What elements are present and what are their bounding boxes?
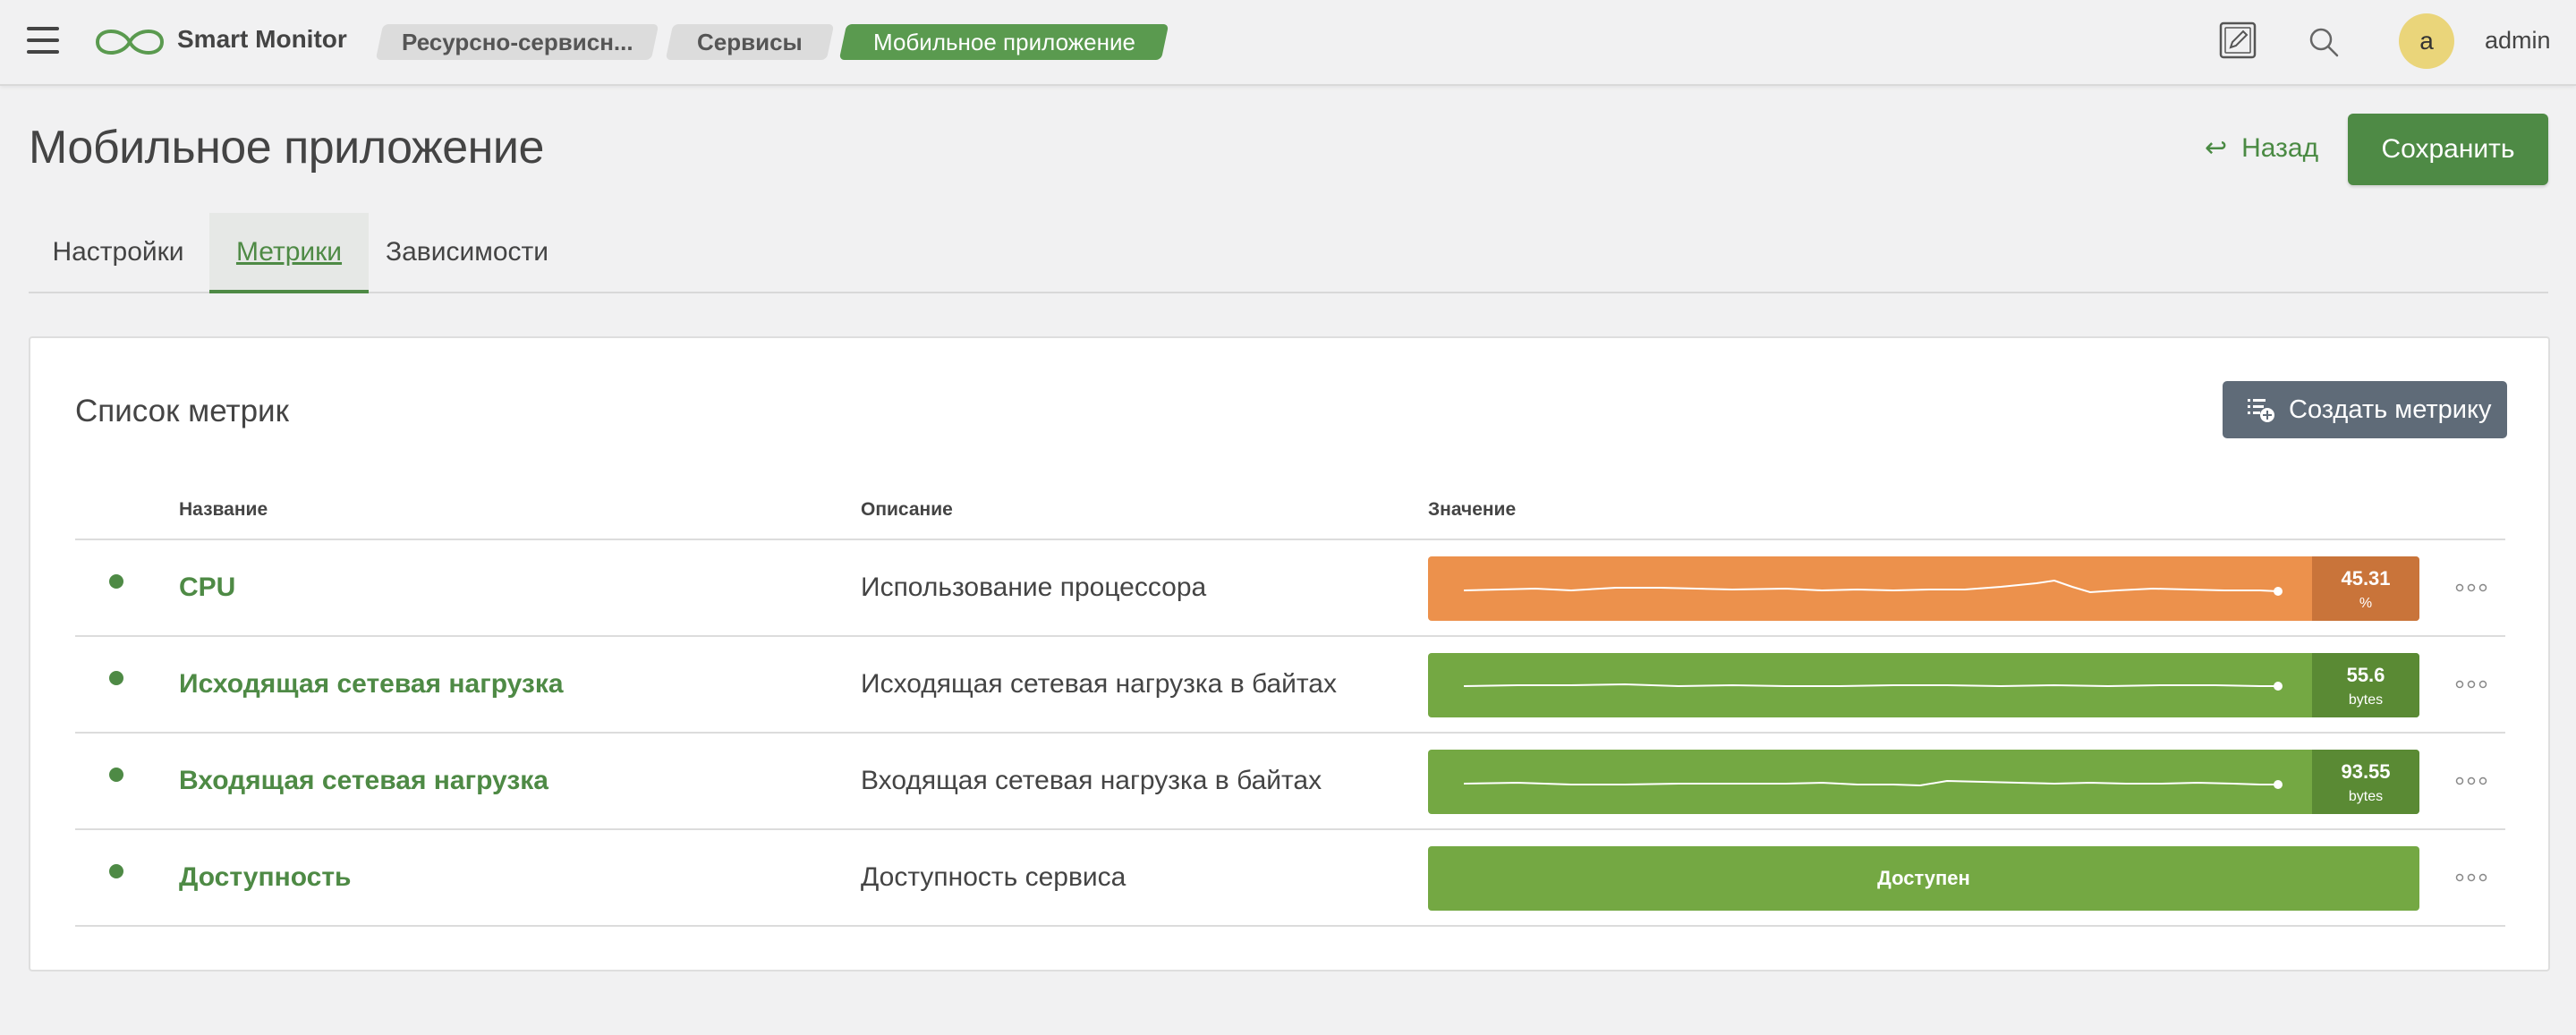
logo-icon xyxy=(95,30,165,55)
metric-description: Доступность сервиса xyxy=(861,862,1126,892)
metric-value-bar[interactable]: 45.31 % xyxy=(1428,556,2419,621)
app-name[interactable]: Smart Monitor xyxy=(177,25,347,54)
metric-description: Входящая сетевая нагрузка в байтах xyxy=(861,766,1322,795)
metric-value-badge: 45.31 % xyxy=(2312,556,2419,621)
table-row[interactable]: Исходящая сетевая нагрузка Исходящая сет… xyxy=(75,637,2505,732)
breadcrumb-item-resources[interactable]: Ресурсно-сервисн... xyxy=(375,24,659,60)
avatar[interactable]: a xyxy=(2399,13,2454,69)
create-metric-button[interactable]: Создать метрику xyxy=(2223,381,2507,438)
user-name[interactable]: admin xyxy=(2485,27,2551,55)
status-dot xyxy=(109,768,123,782)
top-bar: Smart Monitor Ресурсно-сервисн... Сервис… xyxy=(0,0,2576,86)
menu-icon[interactable] xyxy=(27,27,59,57)
metric-name-link[interactable]: Доступность xyxy=(179,862,351,893)
tab-metrics[interactable]: Метрики xyxy=(209,213,369,293)
metric-name-link[interactable]: Исходящая сетевая нагрузка xyxy=(179,669,564,700)
metric-value-badge: 93.55 bytes xyxy=(2312,750,2419,814)
breadcrumb-item-current[interactable]: Мобильное приложение xyxy=(838,24,1169,60)
divider xyxy=(75,925,2505,927)
availability-status-bar[interactable]: Доступен xyxy=(1428,846,2419,911)
breadcrumb-item-services[interactable]: Сервисы xyxy=(665,24,835,60)
more-options-icon[interactable] xyxy=(2455,873,2487,882)
column-header-name: Название xyxy=(179,499,268,520)
metrics-panel: Список метрик Создать метрику Название О… xyxy=(29,336,2550,971)
sparkline xyxy=(1463,682,2283,691)
page-title: Мобильное приложение xyxy=(29,122,544,174)
edit-icon[interactable] xyxy=(2218,21,2257,60)
metric-description: Использование процессора xyxy=(861,573,1207,602)
status-dot xyxy=(109,574,123,589)
back-button[interactable]: ↩ Назад xyxy=(2205,132,2318,164)
table-row[interactable]: Доступность Доступность сервиса Доступен xyxy=(75,830,2505,925)
status-dot xyxy=(109,671,123,685)
metric-value-badge: 55.6 bytes xyxy=(2312,653,2419,717)
more-options-icon[interactable] xyxy=(2455,680,2487,689)
metric-value-bar[interactable]: 93.55 bytes xyxy=(1428,750,2419,814)
tab-bar: Настройки Метрики Зависимости xyxy=(29,213,2548,293)
add-list-icon xyxy=(2248,399,2274,422)
save-button[interactable]: Сохранить xyxy=(2348,114,2548,185)
metric-description: Исходящая сетевая нагрузка в байтах xyxy=(861,669,1337,699)
metric-name-link[interactable]: CPU xyxy=(179,573,235,603)
metric-name-link[interactable]: Входящая сетевая нагрузка xyxy=(179,766,548,796)
sparkline xyxy=(1463,779,2283,789)
search-icon[interactable] xyxy=(2307,25,2341,59)
sparkline xyxy=(1463,579,2283,596)
table-row[interactable]: Входящая сетевая нагрузка Входящая сетев… xyxy=(75,734,2505,828)
tab-settings[interactable]: Настройки xyxy=(29,213,208,292)
metric-value-bar[interactable]: 55.6 bytes xyxy=(1428,653,2419,717)
tab-dependencies[interactable]: Зависимости xyxy=(369,213,565,292)
column-header-value: Значение xyxy=(1428,499,1517,520)
column-header-description: Описание xyxy=(861,499,953,520)
more-options-icon[interactable] xyxy=(2455,583,2487,592)
return-arrow-icon: ↩ xyxy=(2205,133,2228,163)
status-dot xyxy=(109,864,123,878)
more-options-icon[interactable] xyxy=(2455,776,2487,785)
table-row[interactable]: CPU Использование процессора 45.31 % xyxy=(75,540,2505,635)
panel-title: Список метрик xyxy=(75,394,289,428)
